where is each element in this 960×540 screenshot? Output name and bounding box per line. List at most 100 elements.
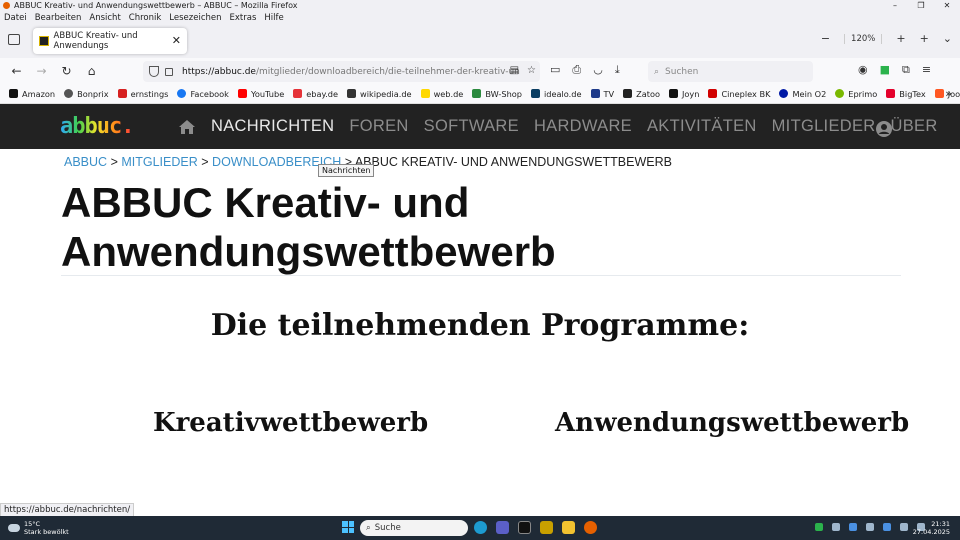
tab-abbuc[interactable]: ABBUC Kreativ- und Anwendungs ✕ <box>33 28 187 54</box>
tray-icon[interactable] <box>815 523 823 531</box>
teams-icon[interactable] <box>496 521 509 534</box>
close-window-button[interactable]: ✕ <box>934 0 960 11</box>
bookmark-idealo[interactable]: idealo.de <box>530 89 582 99</box>
folder-icon[interactable]: ▭ <box>550 63 560 77</box>
close-tab-icon[interactable]: ✕ <box>172 34 181 47</box>
extensions-puzzle-icon[interactable]: ⧉ <box>902 63 910 77</box>
menu-extras[interactable]: Extras <box>230 13 257 23</box>
menu-ansicht[interactable]: Ansicht <box>89 13 120 23</box>
joom-icon <box>934 89 944 98</box>
new-tab-icon[interactable]: + <box>920 32 929 45</box>
tray-icon[interactable] <box>849 523 857 531</box>
bookmark-facebook[interactable]: Facebook <box>177 89 229 99</box>
taskbar-search[interactable]: ⌕ Suche <box>360 520 468 536</box>
abbuc-logo[interactable]: abbuc. <box>60 116 134 138</box>
youtube-icon <box>237 89 247 98</box>
bookmark-zatoo[interactable]: Zatoo <box>623 89 660 99</box>
breadcrumb-abbuc[interactable]: ABBUC <box>64 155 107 169</box>
taskbar-search-label: Suche <box>374 523 401 533</box>
navigation-toolbar: ← → ↻ ⌂ https://abbuc.de /mitglieder/dow… <box>0 58 960 84</box>
account-icon[interactable]: ◉ <box>858 63 868 77</box>
menu-chronik[interactable]: Chronik <box>129 13 162 23</box>
bookmark-o2[interactable]: Mein O2 <box>779 89 826 99</box>
tray-icon[interactable] <box>883 523 891 531</box>
zoom-in-icon[interactable]: + <box>896 32 905 45</box>
bonprix-icon <box>64 89 74 98</box>
clock-date: 27.04.2025 <box>912 528 950 536</box>
tracking-shield-icon[interactable] <box>149 66 159 77</box>
minimize-button[interactable]: – <box>882 0 908 11</box>
zoom-out-icon[interactable]: − <box>821 32 830 45</box>
bookmark-ernstings[interactable]: ernstings <box>117 89 168 99</box>
nav-foren[interactable]: FOREN <box>349 117 408 136</box>
reader-view-icon[interactable]: ▤ <box>510 65 519 76</box>
reload-icon[interactable]: ↻ <box>54 64 79 78</box>
bookmark-youtube[interactable]: YouTube <box>237 89 284 99</box>
bookmark-webde[interactable]: web.de <box>420 89 463 99</box>
bookmark-star-icon[interactable]: ☆ <box>527 65 536 76</box>
tab-list-chevron-icon[interactable]: ⌄ <box>943 32 952 45</box>
bookmark-ebay[interactable]: ebay.de <box>293 89 338 99</box>
bookmark-cineplex[interactable]: Cineplex BK <box>708 89 770 99</box>
nav-hardware[interactable]: HARDWARE <box>534 117 632 136</box>
tv-icon <box>590 89 600 98</box>
firefox-taskbar-icon[interactable] <box>584 521 597 534</box>
menu-hilfe[interactable]: Hilfe <box>264 13 283 23</box>
nav-ueber[interactable]: ÜBER <box>891 117 938 136</box>
nav-software[interactable]: SOFTWARE <box>424 117 519 136</box>
forward-arrow-icon[interactable]: → <box>29 64 54 78</box>
urlbar-actions: ▤ ☆ <box>510 65 536 76</box>
back-arrow-icon[interactable]: ← <box>4 64 29 78</box>
bookmark-amazon[interactable]: Amazon <box>9 89 55 99</box>
url-host: https://abbuc.de <box>182 66 256 77</box>
home-icon[interactable]: ⌂ <box>79 64 104 78</box>
tray-icon[interactable] <box>832 523 840 531</box>
taskbar-clock[interactable]: 21:31 27.04.2025 <box>913 520 950 536</box>
app-icon[interactable] <box>540 521 553 534</box>
nav-nachrichten[interactable]: NACHRICHTEN <box>211 117 334 136</box>
bookmark-bwshop[interactable]: BW-Shop <box>472 89 522 99</box>
tab-overview-icon[interactable] <box>8 34 20 45</box>
tray-icon[interactable] <box>866 523 874 531</box>
bookmark-wikipedia[interactable]: wikipedia.de <box>347 89 412 99</box>
download-icon[interactable]: ⤓ <box>615 63 620 77</box>
file-explorer-icon[interactable] <box>562 521 575 534</box>
bookmark-tv[interactable]: TV <box>590 89 614 99</box>
bookmark-eprimo[interactable]: Eprimo <box>835 89 877 99</box>
idealo-icon <box>530 89 540 98</box>
lock-icon[interactable] <box>165 67 173 76</box>
url-bar[interactable]: https://abbuc.de /mitglieder/downloadber… <box>143 61 540 82</box>
extension-green-icon[interactable]: ■ <box>880 63 890 77</box>
nav-aktivitaeten[interactable]: AKTIVITÄTEN <box>647 117 757 136</box>
menu-bearbeiten[interactable]: Bearbeiten <box>35 13 82 23</box>
pocket-icon[interactable]: ◡ <box>593 63 603 77</box>
print-icon[interactable]: ⎙ <box>572 63 581 77</box>
bookmark-bonprix[interactable]: Bonprix <box>64 89 109 99</box>
bookmark-joyn[interactable]: Joyn <box>668 89 699 99</box>
user-account-icon[interactable] <box>876 121 892 137</box>
maximize-button[interactable]: ❐ <box>908 0 934 11</box>
edge-icon[interactable] <box>474 521 487 534</box>
bookmarks-overflow-icon[interactable]: » <box>945 87 952 100</box>
menu-hamburger-icon[interactable]: ≡ <box>922 63 931 77</box>
system-tray <box>815 523 925 531</box>
menubar: Datei Bearbeiten Ansicht Chronik Lesezei… <box>0 11 960 24</box>
window-controls: – ❐ ✕ <box>882 0 960 11</box>
windows-start-icon[interactable] <box>342 521 354 533</box>
bookmark-bigtex[interactable]: BigTex <box>886 89 926 99</box>
search-box[interactable]: ⌕ Suchen <box>648 61 813 82</box>
search-icon: ⌕ <box>654 66 660 77</box>
zoom-level[interactable]: 120% <box>844 33 883 44</box>
menu-datei[interactable]: Datei <box>4 13 27 23</box>
menu-lesezeichen[interactable]: Lesezeichen <box>169 13 221 23</box>
home-icon[interactable] <box>178 119 196 135</box>
wifi-icon[interactable] <box>900 523 908 531</box>
nav-mitglieder[interactable]: MITGLIEDER <box>772 117 876 136</box>
weather-widget[interactable]: 15°C Stark bewölkt <box>8 520 69 536</box>
firefox-icon <box>3 2 10 9</box>
toolbar-actions: ▭ ⎙ ◡ ⤓ <box>550 63 620 77</box>
terminal-icon[interactable] <box>518 521 531 534</box>
breadcrumb-mitglieder[interactable]: MITGLIEDER <box>121 155 197 169</box>
breadcrumb-separator: > <box>201 155 209 169</box>
section-heading: Die teilnehmenden Programme: <box>210 308 750 343</box>
